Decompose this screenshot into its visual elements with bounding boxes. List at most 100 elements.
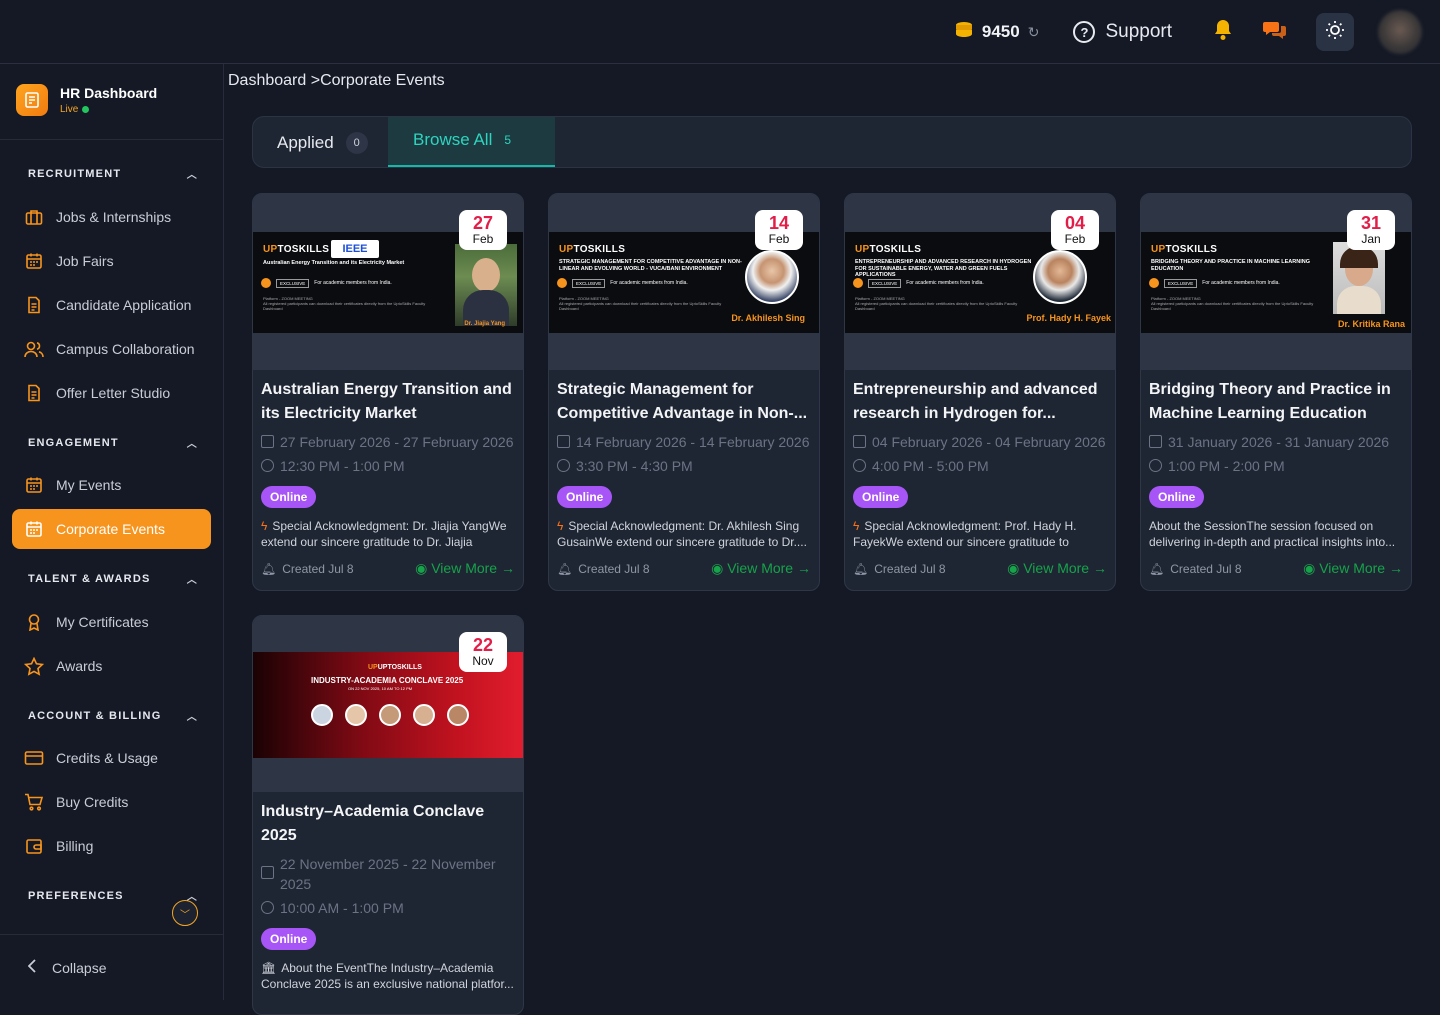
star-icon [24,656,44,676]
event-title[interactable]: Strategic Management for Competitive Adv… [557,378,811,426]
calendar-icon [24,251,44,271]
sidebar-item-my-certificates[interactable]: My Certificates [12,602,211,642]
refresh-icon[interactable]: ↻ [1028,24,1040,41]
uptoskills-logo: UPTOSKILLS [855,244,922,255]
live-status: Live [60,104,157,115]
calendar-icon [24,475,44,495]
event-tabs: Applied 0 Browse All 5 [252,116,1412,168]
scroll-down-button[interactable]: ﹀ [172,900,198,926]
online-badge: Online [853,486,909,508]
view-more-link[interactable]: ◉ View More → [1303,560,1403,577]
user-avatar[interactable] [1378,10,1422,54]
event-card[interactable]: UPTOSKILLS ENTREPRENEURSHIP AND ADVANCED… [844,193,1116,591]
sidebar-item-awards[interactable]: Awards [12,646,211,686]
bell-icon [1213,19,1233,46]
sidebar-item-credits-usage[interactable]: Credits & Usage [12,738,211,778]
sidebar-item-billing[interactable]: Billing [12,826,211,866]
award-ribbon-icon [24,612,44,632]
event-date-range: 14 February 2026 - 14 February 2026 [557,432,811,452]
file-text-icon [24,383,44,403]
created-date: 🔔︎ Created Jul 8 [557,561,650,576]
section-talent-awards[interactable]: TALENT & AWARDS ︿ [28,571,198,587]
event-title[interactable]: Entrepreneurship and advanced research i… [853,378,1107,426]
cart-icon [24,792,44,812]
date-badge: 31 Jan [1347,210,1395,250]
event-card[interactable]: UPUPTOSKILLS INDUSTRY-ACADEMIA CONCLAVE … [252,615,524,1015]
event-banner: UPTOSKILLS BRIDGING THEORY AND PRACTICE … [1141,194,1411,370]
online-badge: Online [261,928,317,950]
bolt-icon: ϟ [853,519,860,533]
event-card[interactable]: UPTOSKILLS IEEE Australian Energy Transi… [252,193,524,591]
speaker-name: Prof. Hady H. Fayek [1026,313,1111,323]
sidebar-item-candidate-application[interactable]: Candidate Application [12,285,211,325]
sidebar-item-offer-letter-studio[interactable]: Offer Letter Studio [12,373,211,413]
bell-icon: 🔔︎ [1149,561,1165,576]
clock-icon [557,459,570,472]
calendar-icon [24,519,44,539]
section-recruitment[interactable]: RECRUITMENT ︿ [28,166,198,182]
online-badge: Online [557,486,613,508]
speaker-photos [311,704,469,726]
tab-browse-all[interactable]: Browse All 5 [388,117,555,167]
calendar-icon [557,435,570,448]
section-engagement[interactable]: ENGAGEMENT ︿ [28,435,198,451]
chat-icon [1263,20,1287,45]
calendar-icon [853,435,866,448]
event-title[interactable]: Industry–Academia Conclave 2025 [261,800,515,848]
speaker-photo [1033,250,1087,304]
sidebar: HR Dashboard Live RECRUITMENT ︿ Jobs & In… [0,64,224,1000]
uptoskills-logo: UPTOSKILLS [1151,244,1218,255]
section-account-billing[interactable]: ACCOUNT & BILLING ︿ [28,708,198,724]
event-date-range: 27 February 2026 - 27 February 2026 [261,432,515,452]
event-title[interactable]: Australian Energy Transition and its Ele… [261,378,515,426]
support-label: Support [1105,21,1172,42]
event-card[interactable]: UPTOSKILLS STRATEGIC MANAGEMENT FOR COMP… [548,193,820,591]
bank-icon: 🏛︎ [261,961,277,975]
view-more-link[interactable]: ◉ View More → [1007,560,1107,577]
clock-icon [1149,459,1162,472]
online-badge: Online [1149,486,1205,508]
clock-icon [261,901,274,914]
event-card[interactable]: UPTOSKILLS BRIDGING THEORY AND PRACTICE … [1140,193,1412,591]
sidebar-item-jobs-internships[interactable]: Jobs & Internships [12,197,211,237]
date-badge: 14 Feb [755,210,803,250]
eye-icon: ◉ [415,560,432,576]
online-badge: Online [261,486,317,508]
event-banner: UPTOSKILLS ENTREPRENEURSHIP AND ADVANCED… [845,194,1115,370]
uptoskills-logo: UPTOSKILLS [559,244,626,255]
coins-icon [954,21,974,44]
brand[interactable]: HR Dashboard Live [16,84,157,116]
speaker-name: Dr. Jiajia Yang [464,321,505,327]
calendar-icon [1149,435,1162,448]
sidebar-item-corporate-events[interactable]: Corporate Events [12,509,211,549]
date-badge: 27 Feb [459,210,507,250]
clock-icon [261,459,274,472]
messages-button[interactable] [1256,13,1294,51]
section-preferences[interactable]: PREFERENCES ︿ [28,888,198,904]
sidebar-item-job-fairs[interactable]: Job Fairs [12,241,211,281]
banner-title: STRATEGIC MANAGEMENT FOR COMPETITIVE ADV… [559,259,742,272]
view-more-link[interactable]: ◉ View More → [415,560,515,577]
banner-subtitle: ON 22 NOV 2025, 10 AM TO 12 PM [348,686,413,691]
eye-icon: ◉ [711,560,728,576]
dashboard-logo-icon [16,84,48,116]
notifications-button[interactable] [1204,13,1242,51]
bolt-icon: ϟ [557,519,564,533]
support-button[interactable]: ? Support [1073,21,1172,43]
banner-title: Australian Energy Transition and its Ele… [263,260,405,266]
sidebar-item-my-events[interactable]: My Events [12,465,211,505]
event-time: 4:00 PM - 5:00 PM [853,456,1107,476]
sidebar-item-buy-credits[interactable]: Buy Credits [12,782,211,822]
created-date: 🔔︎ Created Jul 8 [853,561,946,576]
tab-applied[interactable]: Applied 0 [277,117,368,167]
event-date-range: 31 January 2026 - 31 January 2026 [1149,432,1403,452]
breadcrumb: Dashboard >Corporate Events [228,72,445,89]
collapse-button[interactable]: Collapse [0,934,223,1000]
theme-toggle-button[interactable] [1316,13,1354,51]
view-more-link[interactable]: ◉ View More → [711,560,811,577]
sidebar-item-campus-collaboration[interactable]: Campus Collaboration [12,329,211,369]
banner-title: ENTREPRENEURSHIP AND ADVANCED RESEARCH I… [855,259,1032,278]
chevron-down-icon: ﹀ [180,909,190,921]
event-title[interactable]: Bridging Theory and Practice in Machine … [1149,378,1403,426]
credits-display[interactable]: 9450 ↻ [954,21,1040,44]
